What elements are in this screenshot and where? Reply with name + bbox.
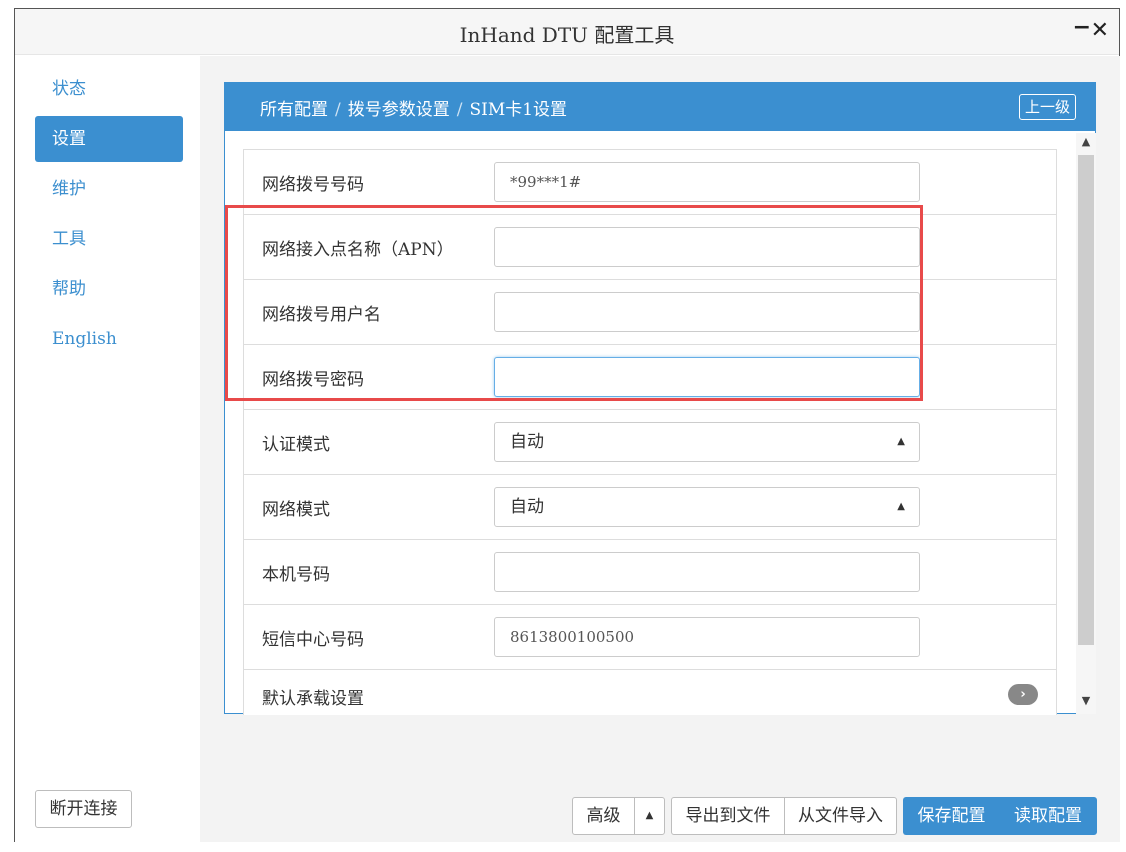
network-mode-value: 自动 bbox=[510, 497, 544, 517]
form-row: 网络拨号用户名 bbox=[244, 280, 1056, 345]
caret-up-icon: ▲ bbox=[897, 436, 905, 447]
form-row: 网络拨号密码 bbox=[244, 345, 1056, 410]
scroll-thumb[interactable] bbox=[1078, 155, 1094, 645]
caret-up-icon: ▲ bbox=[897, 501, 905, 512]
title-bar: InHand DTU 配置工具 − ✕ bbox=[15, 9, 1119, 55]
default-bearer-label: 默认承载设置 bbox=[262, 689, 364, 709]
read-config-button[interactable]: 读取配置 bbox=[999, 797, 1097, 835]
form-list: 网络拨号号码 *99***1# 网络接入点名称（APN） 网络拨号用户名 网络拨… bbox=[243, 149, 1057, 715]
form-row-expandable[interactable]: 默认承载设置 › bbox=[244, 670, 1056, 715]
vertical-scrollbar[interactable]: ▲ ▼ bbox=[1076, 133, 1096, 714]
form-row: 网络拨号号码 *99***1# bbox=[244, 150, 1056, 215]
form-row: 短信中心号码 8613800100500 bbox=[244, 605, 1056, 670]
breadcrumb-separator: / bbox=[335, 100, 341, 120]
advanced-button[interactable]: 高级 bbox=[572, 797, 635, 835]
dial-number-input[interactable]: *99***1# bbox=[494, 162, 920, 202]
app-window: InHand DTU 配置工具 − ✕ 状态 设置 维护 工具 帮助 Engli… bbox=[14, 8, 1120, 842]
sidebar-item-english[interactable]: English bbox=[35, 316, 183, 362]
network-mode-select[interactable]: 自动 ▲ bbox=[494, 487, 920, 527]
disconnect-button[interactable]: 断开连接 bbox=[35, 790, 132, 828]
chevron-right-icon[interactable]: › bbox=[1008, 684, 1038, 705]
main-area: 所有配置 / 拨号参数设置 / SIM卡1设置 上一级 网络拨号号码 *99***1# … bbox=[200, 56, 1120, 842]
form-row: 认证模式 自动 ▲ bbox=[244, 410, 1056, 475]
up-level-button[interactable]: 上一级 bbox=[1019, 94, 1076, 120]
import-from-file-button[interactable]: 从文件导入 bbox=[784, 797, 897, 835]
auth-mode-label: 认证模式 bbox=[262, 435, 330, 455]
form-row: 网络模式 自动 ▲ bbox=[244, 475, 1056, 540]
sms-center-input[interactable]: 8613800100500 bbox=[494, 617, 920, 657]
sms-center-label: 短信中心号码 bbox=[262, 630, 364, 650]
username-input[interactable] bbox=[494, 292, 920, 332]
sidebar-item-settings[interactable]: 设置 bbox=[35, 116, 183, 162]
password-label: 网络拨号密码 bbox=[262, 370, 364, 390]
export-to-file-button[interactable]: 导出到文件 bbox=[671, 797, 785, 835]
form-row: 本机号码 bbox=[244, 540, 1056, 605]
panel-header: 所有配置 / 拨号参数设置 / SIM卡1设置 上一级 bbox=[225, 83, 1095, 131]
breadcrumb-all-configs[interactable]: 所有配置 bbox=[260, 100, 328, 120]
apn-input[interactable] bbox=[494, 227, 920, 267]
breadcrumb-dial-params[interactable]: 拨号参数设置 bbox=[348, 100, 450, 120]
sidebar-item-status[interactable]: 状态 bbox=[35, 66, 183, 112]
username-label: 网络拨号用户名 bbox=[262, 305, 381, 325]
local-number-label: 本机号码 bbox=[262, 565, 330, 585]
scroll-up-icon[interactable]: ▲ bbox=[1076, 135, 1096, 153]
local-number-input[interactable] bbox=[494, 552, 920, 592]
auth-mode-select[interactable]: 自动 ▲ bbox=[494, 422, 920, 462]
save-config-button[interactable]: 保存配置 bbox=[903, 797, 1000, 835]
sidebar: 状态 设置 维护 工具 帮助 English bbox=[15, 56, 200, 842]
breadcrumb-sim1-settings: SIM卡1设置 bbox=[469, 100, 568, 120]
breadcrumb-separator: / bbox=[456, 100, 463, 120]
breadcrumb: 所有配置 / 拨号参数设置 / SIM卡1设置 bbox=[260, 95, 567, 120]
auth-mode-value: 自动 bbox=[510, 432, 544, 452]
password-input[interactable] bbox=[494, 357, 920, 397]
apn-label: 网络接入点名称（APN） bbox=[262, 240, 454, 260]
settings-panel: 所有配置 / 拨号参数设置 / SIM卡1设置 上一级 网络拨号号码 *99***1# … bbox=[224, 82, 1096, 715]
advanced-dropdown-icon[interactable]: ▲ bbox=[634, 797, 665, 835]
minimize-icon[interactable]: − bbox=[1073, 15, 1091, 40]
dial-number-label: 网络拨号号码 bbox=[262, 175, 364, 195]
network-mode-label: 网络模式 bbox=[262, 500, 330, 520]
close-icon[interactable]: ✕ bbox=[1091, 18, 1109, 43]
window-title: InHand DTU 配置工具 bbox=[459, 23, 675, 47]
scroll-down-icon[interactable]: ▼ bbox=[1076, 694, 1096, 712]
form-row: 网络接入点名称（APN） bbox=[244, 215, 1056, 280]
sidebar-item-maintenance[interactable]: 维护 bbox=[35, 166, 183, 212]
sidebar-item-tools[interactable]: 工具 bbox=[35, 216, 183, 262]
sidebar-item-help[interactable]: 帮助 bbox=[35, 266, 183, 312]
